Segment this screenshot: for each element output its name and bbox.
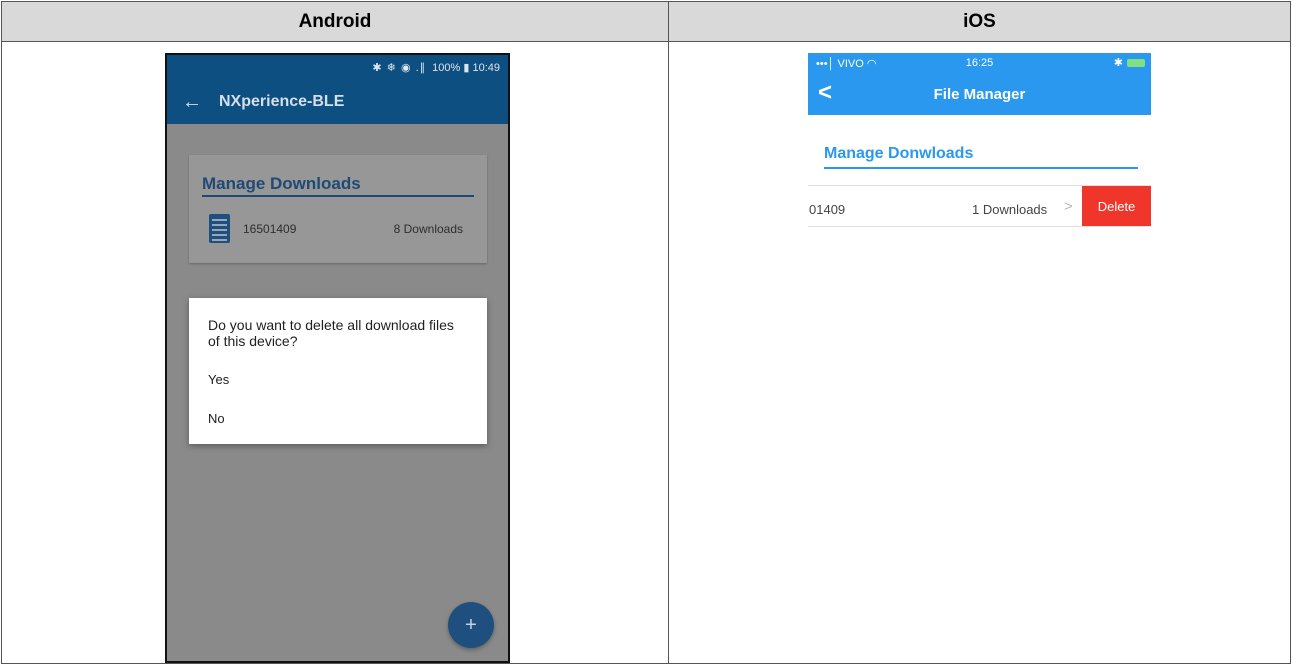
add-fab-button[interactable]: + — [448, 602, 494, 648]
bluetooth-icon: ✱ — [1113, 57, 1123, 69]
back-arrow-icon[interactable]: ← — [171, 91, 213, 114]
ios-status-right: ✱ — [1114, 56, 1145, 69]
android-app-bar: ← NXperience-BLE — [167, 80, 508, 124]
file-download-count[interactable]: 8 Downloads — [394, 222, 463, 236]
ios-row-id[interactable]: 01409 — [809, 202, 845, 217]
chevron-right-icon[interactable]: > — [1064, 198, 1073, 215]
dialog-no-option[interactable]: No — [208, 411, 225, 426]
file-name[interactable]: 16501409 — [243, 222, 296, 236]
column-divider — [668, 42, 669, 664]
android-status-bar: ✱ ❄ ◉ .∥ 100% ▮ 10:49 — [167, 55, 508, 80]
ios-section-title: Manage Donwloads — [824, 145, 974, 162]
row-divider-bottom — [808, 226, 1151, 227]
android-status-text: 100% ▮ 10:49 — [432, 62, 500, 74]
dialog-message: Do you want to delete all download files… — [208, 317, 454, 349]
ios-nav-title: File Manager — [933, 86, 1026, 103]
header-android: Android — [2, 2, 669, 42]
ios-section-underline — [824, 167, 1138, 169]
manage-downloads-card: Manage Downloads 16501409 8 Downloads — [189, 155, 487, 263]
ios-nav-bar: •••│ VIVO ◠ 16:25 ✱ < File Manager — [808, 53, 1151, 115]
header-ios: iOS — [669, 2, 1290, 42]
card-title: Manage Downloads — [202, 174, 361, 193]
delete-confirm-dialog: Do you want to delete all download files… — [189, 298, 487, 444]
android-app-title: NXperience-BLE — [219, 93, 345, 110]
ios-row-count[interactable]: 1 Downloads — [972, 202, 1047, 217]
dialog-yes-option[interactable]: Yes — [208, 372, 229, 387]
document-icon — [209, 214, 230, 243]
ios-time: 16:25 — [965, 57, 994, 69]
delete-button[interactable]: Delete — [1082, 186, 1151, 226]
ios-screenshot: •••│ VIVO ◠ 16:25 ✱ < File Manager Manag… — [808, 53, 1151, 233]
android-screenshot: ✱ ❄ ◉ .∥ 100% ▮ 10:49 ← NXperience-BLE M… — [165, 53, 510, 663]
battery-icon — [1127, 58, 1145, 67]
android-status-icons: ✱ ❄ ◉ .∥ — [372, 62, 427, 74]
plus-icon: + — [465, 613, 477, 636]
card-title-underline — [202, 195, 474, 197]
